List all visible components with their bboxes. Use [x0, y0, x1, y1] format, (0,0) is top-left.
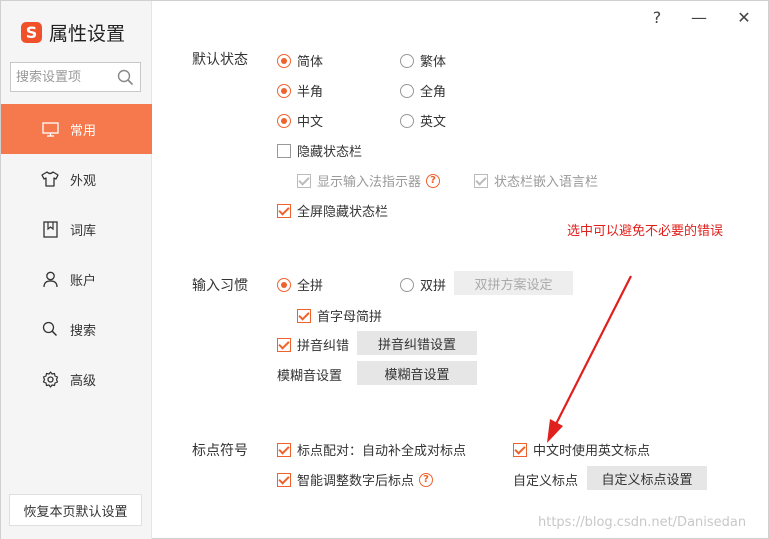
radio-double-pinyin[interactable]: 双拼: [400, 275, 446, 294]
section-title-default-state: 默认状态: [192, 52, 248, 68]
checkbox-indicator: [277, 442, 291, 457]
sidebar-item-label: 搜索: [70, 323, 97, 339]
checkbox-pinyin-correction[interactable]: 拼音纠错: [277, 335, 349, 354]
sidebar-item-label: 账户: [70, 273, 97, 289]
watermark: https://blog.csdn.net/Danisedan: [538, 515, 747, 530]
checkbox-indicator: [277, 143, 291, 158]
option-label: 状态栏嵌入语言栏: [494, 175, 599, 190]
option-label: 全拼: [297, 279, 324, 294]
option-label: 繁体: [420, 55, 447, 70]
pinyin-correction-settings-button[interactable]: 拼音纠错设置: [357, 331, 477, 355]
custom-punctuation-settings-button[interactable]: 自定义标点设置: [587, 466, 707, 490]
option-label: 显示输入法指示器: [317, 175, 422, 190]
sidebar-nav: 常用 外观 词库 账户 搜索 高级: [1, 104, 152, 404]
sidebar-item-label: 外观: [70, 173, 97, 189]
app-logo: S 属性设置: [21, 19, 125, 46]
option-label: 拼音纠错: [297, 339, 350, 354]
custom-punctuation-label: 自定义标点: [513, 474, 579, 489]
checkbox-initial-letter-pinyin[interactable]: 首字母简拼: [297, 306, 382, 325]
checkbox-indicator: [277, 337, 291, 352]
checkbox-indicator: [513, 442, 527, 457]
radio-indicator: [277, 83, 291, 98]
monitor-icon: [41, 120, 59, 138]
section-title-input-habits: 输入习惯: [192, 278, 248, 294]
help-icon[interactable]: ?: [426, 173, 441, 188]
checkbox-indicator: [277, 203, 291, 218]
search-box[interactable]: [10, 62, 141, 92]
option-label: 中文时使用英文标点: [533, 444, 651, 459]
sidebar-item-advanced[interactable]: 高级: [1, 354, 152, 404]
section-title-punctuation: 标点符号: [192, 443, 248, 459]
checkbox-auto-pair-punctuation[interactable]: 标点配对：自动补全成对标点: [277, 440, 466, 459]
minimize-button[interactable]: —: [687, 5, 711, 29]
option-label: 首字母简拼: [317, 310, 383, 325]
app-title: 属性设置: [49, 23, 126, 45]
book-icon: [41, 220, 59, 238]
sidebar-item-appearance[interactable]: 外观: [1, 154, 152, 204]
checkbox-english-punct-in-chinese[interactable]: 中文时使用英文标点: [513, 440, 650, 459]
search-input[interactable]: [16, 69, 116, 85]
fuzzy-sound-settings-button[interactable]: 模糊音设置: [357, 361, 477, 385]
help-icon[interactable]: ?: [419, 472, 434, 487]
radio-traditional[interactable]: 繁体: [400, 51, 446, 70]
radio-simplified[interactable]: 简体: [277, 51, 323, 70]
radio-indicator: [400, 113, 414, 128]
sidebar-item-label: 常用: [70, 123, 97, 139]
radio-english[interactable]: 英文: [400, 111, 446, 130]
sidebar: S 属性设置 常用 外观: [1, 1, 152, 539]
help-icon[interactable]: ?: [645, 5, 669, 29]
radio-indicator: [277, 113, 291, 128]
checkbox-embed-language-bar[interactable]: 状态栏嵌入语言栏: [474, 171, 598, 190]
option-label: 双拼: [420, 279, 447, 294]
option-label: 全角: [420, 85, 447, 100]
tshirt-icon: [41, 170, 59, 188]
radio-indicator: [277, 277, 291, 292]
checkbox-indicator: [474, 173, 488, 188]
settings-window: S 属性设置 常用 外观: [0, 0, 769, 539]
option-label: 中文: [297, 115, 324, 130]
option-label: 智能调整数字后标点: [297, 474, 415, 489]
sogou-logo-icon: S: [21, 22, 42, 43]
sidebar-item-label: 词库: [70, 223, 97, 239]
option-label: 全屏隐藏状态栏: [297, 205, 389, 220]
user-icon: [41, 270, 59, 288]
option-label: 半角: [297, 85, 324, 100]
sidebar-item-account[interactable]: 账户: [1, 254, 152, 304]
checkbox-indicator: [297, 308, 311, 323]
radio-indicator: [400, 83, 414, 98]
sidebar-item-search[interactable]: 搜索: [1, 304, 152, 354]
radio-indicator: [277, 53, 291, 68]
sidebar-item-common[interactable]: 常用: [1, 104, 152, 154]
option-label: 隐藏状态栏: [297, 145, 363, 160]
annotation-text: 选中可以避免不必要的错误: [567, 224, 724, 239]
sidebar-item-label: 高级: [70, 373, 97, 389]
radio-half-width[interactable]: 半角: [277, 81, 323, 100]
annotation-arrow-icon: [547, 275, 632, 443]
sidebar-item-dictionary[interactable]: 词库: [1, 204, 152, 254]
option-label: 简体: [297, 55, 324, 70]
fuzzy-sound-label: 模糊音设置: [277, 369, 343, 384]
checkbox-hide-status-bar[interactable]: 隐藏状态栏: [277, 141, 362, 160]
radio-full-width[interactable]: 全角: [400, 81, 446, 100]
search-icon[interactable]: [117, 69, 134, 86]
radio-chinese[interactable]: 中文: [277, 111, 323, 130]
checkbox-show-ime-indicator[interactable]: 显示输入法指示器 ?: [297, 171, 441, 190]
checkbox-fullscreen-hide-status-bar[interactable]: 全屏隐藏状态栏: [277, 201, 388, 220]
option-label: 英文: [420, 115, 447, 130]
checkbox-smart-punct-after-number[interactable]: 智能调整数字后标点 ?: [277, 470, 434, 489]
close-button[interactable]: ✕: [732, 5, 756, 29]
radio-indicator: [400, 277, 414, 292]
gear-icon: [41, 370, 59, 388]
option-label: 标点配对：自动补全成对标点: [297, 444, 467, 459]
checkbox-indicator: [277, 472, 291, 487]
radio-full-pinyin[interactable]: 全拼: [277, 275, 323, 294]
radio-indicator: [400, 53, 414, 68]
restore-defaults-button[interactable]: 恢复本页默认设置: [9, 494, 142, 526]
search-icon: [41, 320, 59, 338]
checkbox-indicator: [297, 173, 311, 188]
